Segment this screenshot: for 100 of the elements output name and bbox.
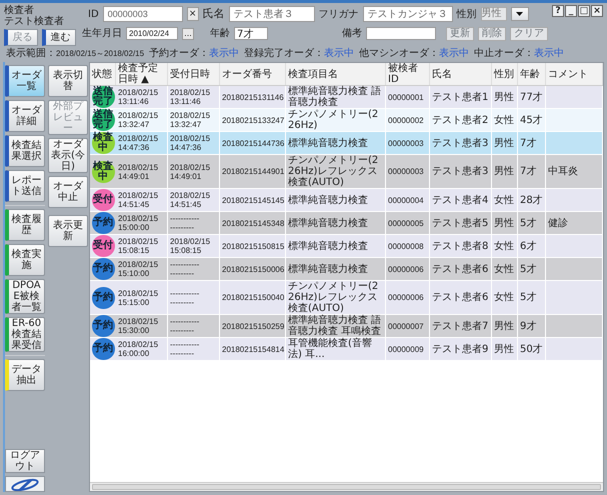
column-header[interactable]: 氏名 (432, 68, 452, 80)
table-cell: ----------- --------- (170, 214, 200, 232)
age-field[interactable]: 7才 (234, 27, 268, 40)
table-cell: 00000009 (388, 344, 424, 354)
table-row[interactable]: 検査中 2018/02/15 14:49:01 2018/02/15 14:49:01 20180215144901 チンパノメトリー(226Hz)レフレックス検査(AUTO) 00000003 テスト患者3 男性 7才 中耳炎 (90, 155, 603, 189)
table-cell: 28才 (520, 194, 543, 206)
note-field[interactable] (366, 27, 436, 40)
table-cell: 2018/02/15 15:08:15 (118, 237, 158, 255)
column-header[interactable]: オーダ番号 (222, 68, 272, 80)
logout-button[interactable]: ログアウト (5, 449, 45, 473)
sex-select[interactable]: 男性 (480, 7, 507, 21)
table-cell: 20180215144736 (222, 138, 284, 148)
table-cell: 00000005 (388, 218, 424, 228)
table-cell: テスト患者5 (432, 218, 488, 228)
table-cell: 男性 (494, 320, 514, 332)
sidebar-item[interactable]: ER-60検査結果受信 (5, 317, 45, 352)
table-cell: ----------- --------- (170, 317, 200, 335)
table-cell: 女性 (494, 240, 514, 252)
table-cell: 45才 (520, 114, 543, 126)
table-cell: 2018/02/15 15:10:00 (118, 260, 158, 278)
action-button[interactable]: 表示切替 (48, 65, 88, 97)
table-cell: 女性 (494, 114, 514, 126)
sidebar-item[interactable]: レポート送信 (5, 170, 45, 202)
column-header[interactable]: 年齢 (520, 68, 540, 80)
action-button[interactable]: 表示更新 (48, 215, 88, 247)
date-picker-button[interactable]: ... (182, 28, 194, 40)
minimize-button[interactable]: _ (565, 5, 577, 17)
column-header[interactable]: 受付日時 (170, 68, 210, 80)
table-cell: 2018/02/15 13:32:47 (118, 111, 158, 129)
sidebar-item[interactable]: オーダ一覧 (5, 65, 45, 97)
clear-button[interactable]: × (186, 7, 199, 21)
table-cell: ----------- --------- (170, 288, 200, 306)
table-cell: テスト患者3 (432, 166, 488, 177)
table-cell: 男性 (494, 92, 514, 102)
filter-label: 登録完了オーダ： (244, 48, 324, 60)
maximize-button[interactable]: □ (578, 5, 590, 17)
table-row[interactable]: 検査中 2018/02/15 14:47:36 2018/02/15 14:47:36 20180215144736 標準純音聴力検査 00000003 テスト患者3 男性 7才 (90, 132, 603, 155)
column-header[interactable]: コメント (548, 68, 588, 80)
dropdown-button[interactable] (510, 7, 529, 21)
filter-label: 中止オーダ： (474, 48, 534, 60)
table-cell: テスト患者7 (432, 320, 488, 332)
logo-icon (5, 476, 45, 492)
table-cell: 00000008 (388, 242, 424, 250)
sidebar-item[interactable]: 検査実施 (5, 244, 45, 276)
close-button[interactable]: × (591, 5, 603, 17)
kana-field[interactable]: テストカンジャ３ (362, 6, 453, 22)
table-cell: 7才 (520, 166, 536, 177)
column-header[interactable]: 検査予定日時 ▲ (118, 63, 165, 85)
sidebar-item[interactable]: 検査履歴 (5, 209, 45, 241)
user-role: 検査者 (4, 5, 34, 16)
help-button[interactable]: ? (552, 5, 564, 17)
forward-button[interactable]: 進む (42, 29, 76, 46)
status-badge: 予約 (92, 286, 114, 308)
table-cell: 6才 (520, 240, 536, 252)
sidebar-item[interactable]: DPOAE被検者一覧 (5, 279, 45, 314)
name-field[interactable]: テスト患者３ (228, 6, 315, 22)
column-header[interactable]: 性別 (494, 68, 514, 80)
birth-field[interactable]: 2010/02/24 (126, 27, 178, 40)
table-cell: 20180215150815 (222, 242, 284, 250)
table-cell: 2018/02/15 14:51:45 (118, 191, 158, 209)
table-cell: 00000004 (388, 196, 424, 204)
table-cell: 2018/02/15 16:00:00 (118, 340, 158, 358)
table-cell: ----------- --------- (170, 340, 200, 358)
table-cell-text: チンパノメトリー(226Hz)レフレックス検査(AUTO) (288, 155, 380, 188)
table-cell: 中耳炎 (548, 166, 578, 177)
filter-label: 予約オーダ： (149, 48, 210, 60)
table-cell: 2018/02/15 15:15:00 (118, 288, 158, 306)
display-range: 表示範囲：2018/02/15～2018/02/15 (6, 48, 144, 60)
table-cell: 00000006 (388, 264, 424, 274)
table-cell: 00000006 (388, 293, 424, 302)
table-cell: 標準純音聴力検査 (288, 264, 368, 274)
horizontal-scrollbar[interactable] (90, 482, 603, 491)
table-cell-text: 標準純音聴力検査 語音聴力検査 (288, 86, 382, 108)
id-field[interactable]: 00000003 (102, 6, 183, 22)
sidebar-item[interactable]: データ抽出 (5, 359, 45, 391)
status-badge: 受付 (92, 189, 114, 211)
table-cell: 標準純音聴力検査 (288, 240, 368, 252)
table-cell: テスト患者4 (432, 194, 488, 206)
column-header[interactable]: 状態 (92, 68, 112, 80)
table-cell: 77才 (520, 92, 543, 102)
status-badge: 検査中 (92, 160, 114, 182)
status-badge: 送信完了 (92, 109, 114, 131)
table-cell: テスト患者8 (432, 240, 488, 252)
column-header[interactable]: 検査項目名 (288, 68, 338, 80)
column-header[interactable]: 被検者ID (388, 63, 427, 85)
sidebar-item[interactable]: オーダ詳細 (5, 100, 45, 132)
status-badge: 予約 (92, 258, 114, 280)
sidebar-item[interactable]: 検査結果選択 (5, 135, 45, 167)
table-cell: 2018/02/15 14:49:01 (118, 162, 158, 180)
table-cell: 標準純音聴力検査 (288, 194, 368, 206)
status-badge: 予約 (92, 338, 114, 360)
table-cell: 20180215144901 (222, 167, 284, 176)
caret-icon (516, 12, 524, 16)
note-label: 備考 (342, 26, 362, 41)
table-cell: テスト患者1 (432, 92, 488, 102)
table-cell: 00000003 (388, 138, 424, 148)
table-cell: テスト患者3 (432, 138, 488, 148)
action-button[interactable]: オーダ中止 (48, 176, 88, 208)
action-button[interactable]: オーダ表示(今日) (48, 138, 88, 173)
table-cell-text: 耳管機能検査(音響法) 耳... (288, 338, 373, 360)
